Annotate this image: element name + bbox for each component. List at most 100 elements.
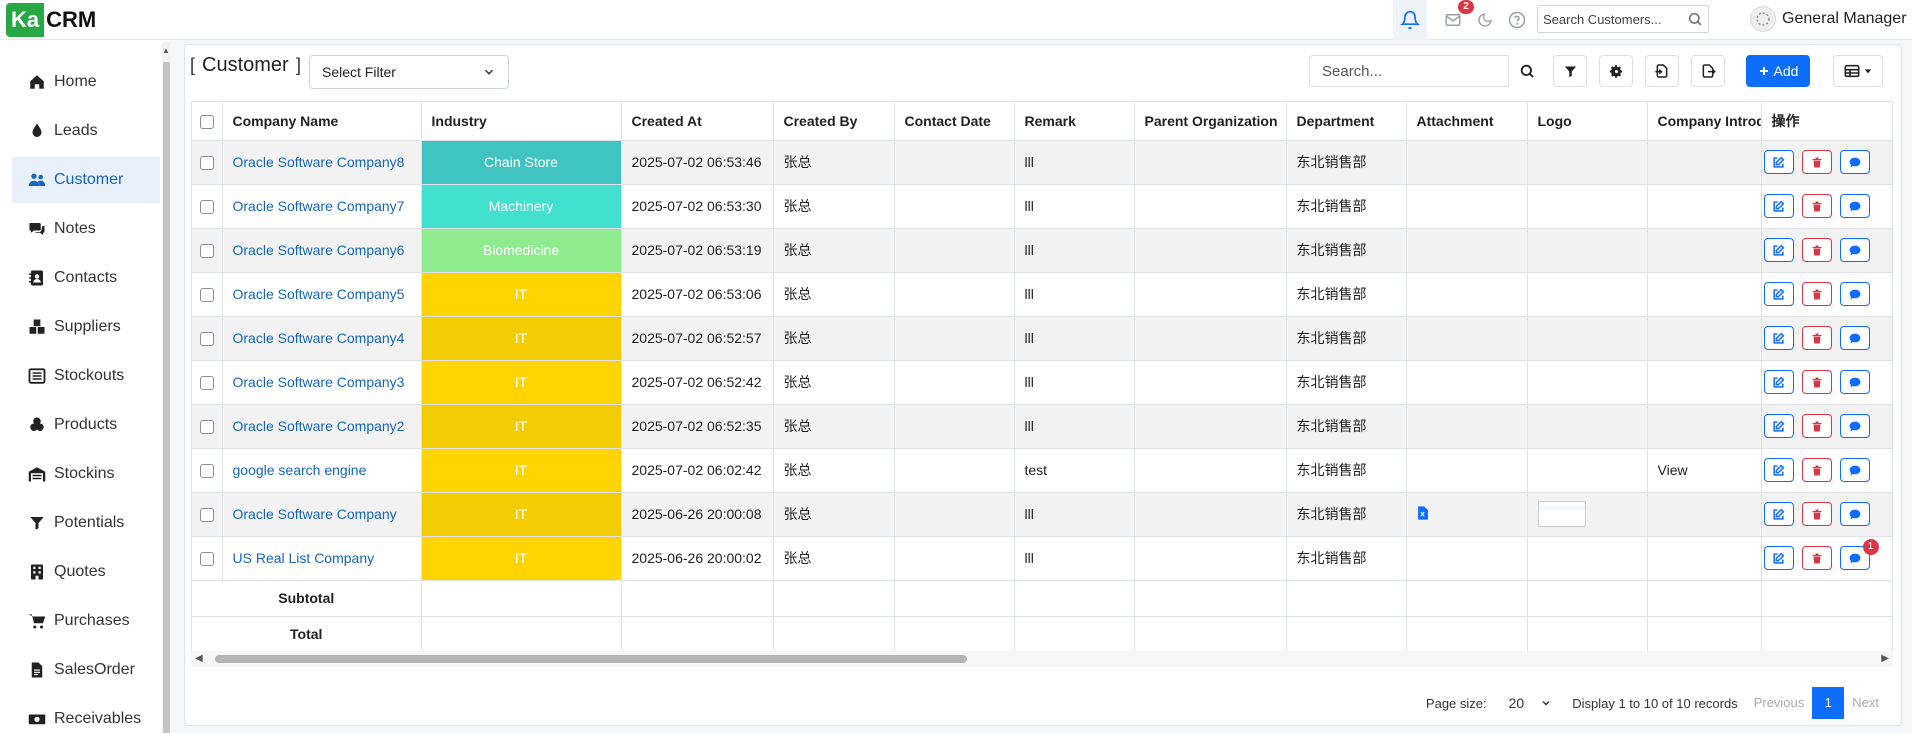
chat-button[interactable]: [1839, 502, 1870, 526]
column-header[interactable]: Created By: [773, 102, 895, 141]
row-checkbox[interactable]: [199, 464, 214, 479]
page-size-select[interactable]: 20: [1499, 687, 1563, 719]
sidebar-item-suppliers[interactable]: Suppliers: [12, 304, 160, 350]
company-link[interactable]: Oracle Software Company3: [233, 374, 405, 390]
edit-button[interactable]: [1763, 458, 1794, 482]
customer-search-input[interactable]: [1538, 6, 1678, 32]
horizontal-scrollbar[interactable]: ◀ ▶: [191, 651, 1893, 667]
company-link[interactable]: google search engine: [233, 462, 367, 478]
sidebar-item-leads[interactable]: Leads: [12, 108, 160, 154]
row-checkbox[interactable]: [199, 508, 214, 523]
table-row[interactable]: US Real List Company IT 2025-06-26 20:00:0…: [192, 536, 1892, 581]
delete-button[interactable]: [1801, 326, 1832, 350]
chat-button[interactable]: 1: [1839, 539, 1879, 570]
column-header[interactable]: Logo: [1527, 102, 1648, 141]
chat-button[interactable]: [1839, 238, 1870, 262]
company-link[interactable]: Oracle Software Company8: [233, 154, 405, 170]
search-icon[interactable]: [1687, 11, 1703, 30]
chat-button[interactable]: [1839, 194, 1870, 218]
scroll-left-icon[interactable]: ◀: [195, 653, 203, 664]
delete-button[interactable]: [1801, 370, 1832, 394]
row-checkbox[interactable]: [199, 244, 214, 259]
chat-button[interactable]: [1839, 282, 1870, 306]
chat-button[interactable]: [1839, 326, 1870, 350]
delete-button[interactable]: [1801, 414, 1832, 438]
edit-button[interactable]: [1763, 546, 1794, 570]
page-number-button[interactable]: 1: [1812, 687, 1845, 719]
delete-button[interactable]: [1801, 150, 1832, 174]
chat-button[interactable]: [1839, 150, 1870, 174]
table-search-button[interactable]: [1509, 55, 1545, 87]
table-row[interactable]: Oracle Software Company6 Biomedicine 2025-…: [192, 228, 1892, 273]
sidebar-scrollbar-thumb[interactable]: [163, 62, 170, 733]
table-row[interactable]: Oracle Software Company3 IT 2025-07-02 06:…: [192, 360, 1892, 405]
chat-button[interactable]: [1839, 458, 1870, 482]
sidebar-item-products[interactable]: Products: [12, 402, 160, 448]
edit-button[interactable]: [1763, 282, 1794, 306]
row-checkbox[interactable]: [199, 332, 214, 347]
row-checkbox[interactable]: [199, 376, 214, 391]
scroll-up-icon[interactable]: ▲: [162, 46, 170, 56]
edit-button[interactable]: [1763, 150, 1794, 174]
sidebar-item-salesorder[interactable]: SalesOrder: [12, 647, 160, 693]
row-checkbox[interactable]: [199, 552, 214, 567]
column-header[interactable]: Parent Organization: [1134, 102, 1287, 141]
delete-button[interactable]: [1801, 458, 1832, 482]
previous-page-button[interactable]: Previous: [1746, 687, 1813, 719]
export-button[interactable]: [1691, 55, 1725, 87]
sidebar-item-contacts[interactable]: Contacts: [12, 255, 160, 301]
user-menu[interactable]: General Manager: [1750, 6, 1907, 32]
table-row[interactable]: Oracle Software Company IT 2025-06-26 20:0…: [192, 492, 1892, 537]
add-button[interactable]: Add: [1746, 55, 1810, 87]
table-row[interactable]: Oracle Software Company7 Machinery 2025-07…: [192, 184, 1892, 229]
chat-button[interactable]: [1839, 414, 1870, 438]
edit-button[interactable]: [1763, 238, 1794, 262]
sidebar-item-stockouts[interactable]: Stockouts: [12, 353, 160, 399]
sidebar-item-notes[interactable]: Notes: [12, 206, 160, 252]
table-row[interactable]: google search engine IT 2025-07-02 06:02:4…: [192, 448, 1892, 493]
row-checkbox[interactable]: [199, 200, 214, 215]
delete-button[interactable]: [1801, 282, 1832, 306]
company-introduction-cell[interactable]: View: [1647, 448, 1762, 493]
column-header[interactable]: Contact Date: [894, 102, 1015, 141]
filter-select[interactable]: Select Filter: [309, 55, 509, 89]
edit-button[interactable]: [1763, 326, 1794, 350]
table-row[interactable]: Oracle Software Company2 IT 2025-07-02 06:…: [192, 404, 1892, 449]
chat-button[interactable]: [1839, 370, 1870, 394]
sidebar-item-stockins[interactable]: Stockins: [12, 451, 160, 497]
app-logo[interactable]: Ka CRM: [6, 3, 96, 37]
sidebar-item-customer[interactable]: Customer: [12, 157, 160, 203]
next-page-button[interactable]: Next: [1844, 687, 1887, 719]
column-header[interactable]: 操作: [1761, 102, 1892, 141]
sidebar-item-home[interactable]: Home: [12, 59, 160, 105]
scroll-right-icon[interactable]: ▶: [1881, 653, 1889, 664]
column-header[interactable]: Created At: [621, 102, 774, 141]
row-checkbox[interactable]: [199, 156, 214, 171]
view-toggle-button[interactable]: [1833, 55, 1883, 87]
import-button[interactable]: [1645, 55, 1679, 87]
column-header[interactable]: Department: [1286, 102, 1407, 141]
column-header[interactable]: Industry: [421, 102, 622, 141]
sidebar-item-receivables[interactable]: Receivables: [12, 696, 160, 733]
sidebar-item-potentials[interactable]: Potentials: [12, 500, 160, 546]
company-link[interactable]: Oracle Software Company4: [233, 330, 405, 346]
row-checkbox[interactable]: [199, 420, 214, 435]
company-link[interactable]: Oracle Software Company: [233, 506, 397, 522]
settings-button[interactable]: [1599, 55, 1633, 87]
dark-mode-toggle[interactable]: [1474, 9, 1496, 31]
company-link[interactable]: Oracle Software Company6: [233, 242, 405, 258]
sidebar-item-purchases[interactable]: Purchases: [12, 598, 160, 644]
column-header[interactable]: Remark: [1014, 102, 1135, 141]
table-search-input[interactable]: Search...: [1309, 55, 1509, 87]
filter-button[interactable]: [1553, 55, 1587, 87]
edit-button[interactable]: [1763, 194, 1794, 218]
delete-button[interactable]: [1801, 238, 1832, 262]
edit-button[interactable]: [1763, 502, 1794, 526]
table-row[interactable]: Oracle Software Company8 Chain Store 2025-…: [192, 140, 1892, 185]
excel-file-icon[interactable]: [1417, 505, 1428, 520]
company-link[interactable]: Oracle Software Company7: [233, 198, 405, 214]
company-link[interactable]: Oracle Software Company5: [233, 286, 405, 302]
company-link[interactable]: Oracle Software Company2: [233, 418, 405, 434]
delete-button[interactable]: [1801, 194, 1832, 218]
column-header[interactable]: Attachment: [1406, 102, 1528, 141]
